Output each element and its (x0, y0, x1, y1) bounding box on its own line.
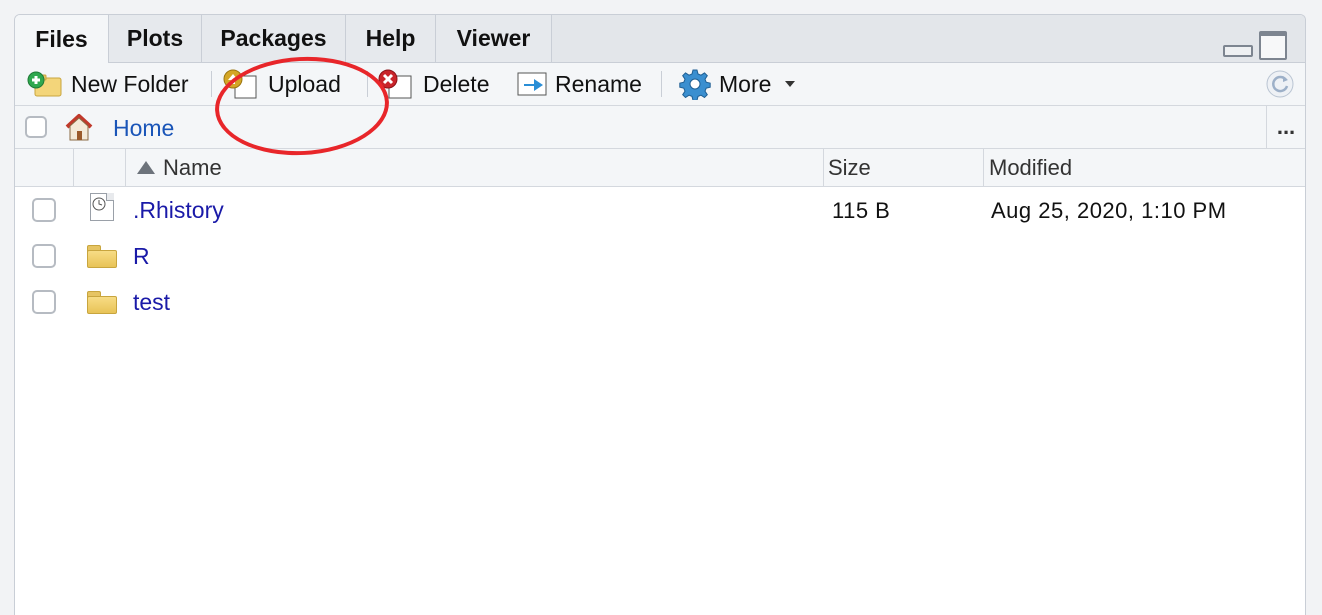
column-divider (125, 149, 126, 186)
column-header-name[interactable]: Name (137, 149, 823, 186)
column-modified-label: Modified (989, 154, 1073, 180)
chevron-down-icon (785, 81, 796, 87)
new-folder-label: New Folder (71, 70, 189, 97)
more-label: More (719, 70, 772, 97)
column-header-modified[interactable]: Modified (989, 149, 1289, 186)
path-more-button[interactable]: ... (1266, 106, 1305, 148)
home-icon[interactable] (61, 111, 97, 143)
history-file-icon (90, 193, 114, 221)
rename-icon (515, 69, 549, 99)
row-checkbox[interactable] (32, 290, 56, 314)
refresh-button[interactable] (1265, 63, 1295, 105)
folder-name-link[interactable]: test (133, 289, 170, 316)
sort-ascending-icon (137, 161, 155, 174)
toolbar-divider (211, 71, 212, 97)
gear-icon (679, 68, 711, 101)
breadcrumb-home[interactable]: Home (113, 115, 174, 142)
more-menu-button[interactable]: More (679, 63, 796, 105)
delete-button[interactable]: Delete (377, 63, 489, 105)
file-name-link[interactable]: .Rhistory (133, 197, 224, 224)
new-folder-icon (27, 70, 63, 98)
rename-button[interactable]: Rename (515, 63, 642, 105)
table-row[interactable]: test (15, 279, 1305, 325)
column-divider (983, 149, 984, 186)
maximize-pane-icon[interactable] (1259, 31, 1287, 60)
new-folder-button[interactable]: New Folder (27, 63, 189, 105)
minimize-pane-icon[interactable] (1223, 45, 1253, 57)
tab-packages[interactable]: Packages (202, 15, 346, 62)
files-pane: Files Plots Packages Help Viewer New Fol… (14, 14, 1306, 615)
file-modified: Aug 25, 2020, 1:10 PM (991, 198, 1227, 223)
select-all-checkbox[interactable] (25, 116, 47, 138)
refresh-icon (1265, 69, 1295, 99)
row-checkbox[interactable] (32, 198, 56, 222)
column-header-size[interactable]: Size (828, 149, 983, 186)
delete-label: Delete (423, 70, 490, 97)
folder-icon (87, 245, 117, 268)
folder-icon (87, 291, 117, 314)
folder-name-link[interactable]: R (133, 243, 150, 270)
tab-bar: Files Plots Packages Help Viewer (15, 15, 1305, 63)
file-size: 115 B (832, 198, 891, 223)
tab-files[interactable]: Files (15, 15, 109, 63)
row-checkbox[interactable] (32, 244, 56, 268)
tab-help[interactable]: Help (346, 15, 436, 62)
column-divider (73, 149, 74, 186)
column-divider (823, 149, 824, 186)
table-row[interactable]: .Rhistory 115 B Aug 25, 2020, 1:10 PM (15, 187, 1305, 233)
file-table-header: Name Size Modified (15, 149, 1305, 187)
toolbar-divider (661, 71, 662, 97)
tab-plots[interactable]: Plots (109, 15, 202, 62)
column-name-label: Name (163, 154, 222, 180)
tab-viewer[interactable]: Viewer (436, 15, 552, 62)
files-toolbar: New Folder Upload Delete Rename More (15, 63, 1305, 106)
column-size-label: Size (828, 154, 871, 180)
rename-label: Rename (555, 70, 642, 97)
path-bar: Home ... (15, 106, 1305, 149)
table-row[interactable]: R (15, 233, 1305, 279)
